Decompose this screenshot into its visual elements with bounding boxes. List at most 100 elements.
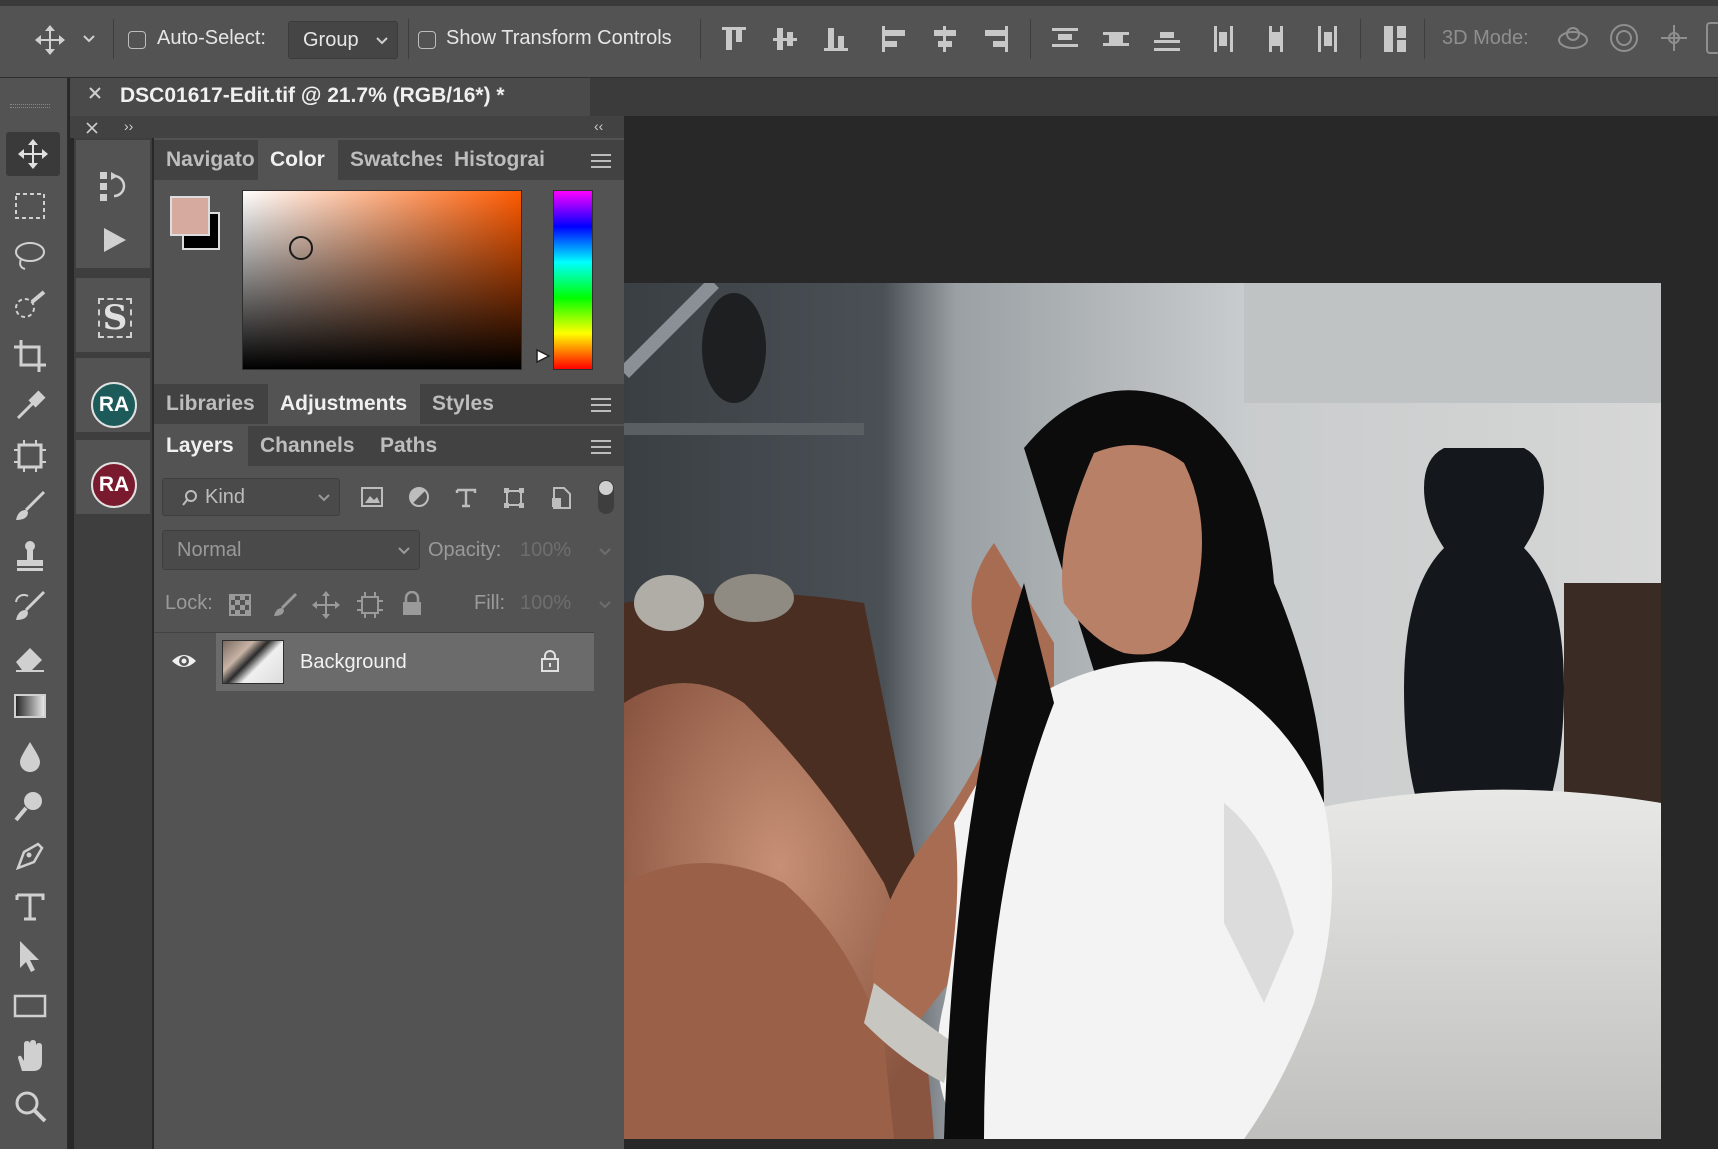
tab-styles[interactable]: Styles [420,384,510,424]
retouch-panel-button-1[interactable]: RA [76,358,150,432]
history-panel-button[interactable] [76,140,150,212]
divider [408,19,409,59]
lasso-icon[interactable] [12,238,48,274]
align-right-icon[interactable] [982,24,1010,54]
align-horizontal-center-icon[interactable] [931,24,959,54]
align-left-icon[interactable] [880,24,908,54]
distribute-horizontal-center-icon[interactable] [1261,24,1291,54]
tool-preset-chevron-down-icon[interactable] [82,34,96,44]
3d-slide-icon[interactable] [1706,22,1718,54]
tab-histogram[interactable]: Histograi [442,140,546,180]
options-bar: Auto-Select: Group Show Transform Contro… [0,0,1718,78]
filter-adjustment-icon[interactable] [408,486,430,508]
tools-panel [0,78,68,1149]
window-top-edge [0,0,1718,6]
document-tab[interactable]: DSC01617-Edit.tif @ 21.7% (RGB/16*) * [70,78,590,116]
document-image[interactable] [624,283,1661,1139]
lock-transparent-pixels-icon[interactable] [229,594,251,616]
stamp-icon[interactable] [12,538,48,574]
tab-swatches[interactable]: Swatches [338,140,442,180]
styles-plugin-button[interactable]: S [76,278,150,352]
rectangle-icon[interactable] [12,988,48,1024]
align-vertical-center-icon[interactable] [771,24,799,54]
auto-select-checkbox[interactable] [128,31,146,49]
transform-controls-checkbox[interactable] [418,31,436,49]
close-panel-group-icon[interactable] [84,120,100,136]
actions-panel-button[interactable] [76,212,150,268]
hand-icon[interactable] [12,1038,48,1074]
3d-pan-icon[interactable] [1658,22,1690,54]
search-icon [182,490,197,506]
collapse-dock-icon[interactable]: ‹‹ [594,118,603,134]
type-icon[interactable] [12,888,48,924]
layer-filter-dropdown[interactable]: Kind [162,478,340,516]
pen-icon[interactable] [12,838,48,874]
foreground-color-swatch[interactable] [170,196,210,236]
blend-mode-dropdown[interactable]: Normal [162,530,420,570]
distribute-top-icon[interactable] [1050,24,1080,54]
color-panel-menu-icon[interactable] [591,150,611,172]
tab-color[interactable]: Color [258,140,338,180]
divider [1030,19,1031,59]
align-top-icon[interactable] [720,24,748,54]
auto-align-icon[interactable] [1382,24,1408,54]
blur-icon[interactable] [12,738,48,774]
distribute-right-icon[interactable] [1312,24,1342,54]
adjustments-panel-menu-icon[interactable] [591,394,611,416]
auto-select-dropdown[interactable]: Group [288,21,398,59]
lock-label: Lock: [165,592,213,614]
quick-select-icon[interactable] [12,288,48,324]
retouch-panel-button-2[interactable]: RA [76,440,150,514]
eye-icon [172,655,196,667]
crop-icon[interactable] [12,338,48,374]
hue-slider-handle-icon[interactable] [535,348,551,364]
gradient-icon[interactable] [12,688,48,724]
lock-position-icon[interactable] [312,591,340,619]
layer-row[interactable]: Background [154,633,594,691]
zoom-icon[interactable] [12,1088,48,1124]
move-tool-icon[interactable] [34,24,66,56]
color-picker-handle[interactable] [289,236,313,260]
distribute-left-icon[interactable] [1210,24,1240,54]
fill-field[interactable]: 100% [516,584,616,622]
distribute-bottom-icon[interactable] [1152,24,1182,54]
tab-paths[interactable]: Paths [368,426,458,466]
filter-pixel-icon[interactable] [360,486,384,508]
opacity-field[interactable]: 100% [516,532,616,570]
tab-adjustments[interactable]: Adjustments [268,384,420,424]
tab-navigator[interactable]: Navigato [154,140,258,180]
distribute-vertical-center-icon[interactable] [1101,24,1131,54]
divider [113,19,114,59]
3d-orbit-icon[interactable] [1555,22,1591,54]
lock-artboard-icon[interactable] [356,592,384,618]
3d-roll-icon[interactable] [1608,22,1640,54]
expand-dock-icon[interactable]: ›› [124,118,133,134]
history-brush-icon[interactable] [12,588,48,624]
marquee-icon[interactable] [12,188,48,224]
lock-image-pixels-icon[interactable] [272,592,298,618]
eraser-icon[interactable] [12,638,48,674]
hue-slider[interactable] [553,190,593,370]
play-icon [104,228,126,252]
close-document-icon[interactable] [86,84,104,102]
tab-channels[interactable]: Channels [248,426,368,466]
frame-icon[interactable] [12,438,48,474]
tab-layers[interactable]: Layers [154,426,248,466]
eyedropper-icon[interactable] [12,388,48,424]
layer-visibility-toggle[interactable] [158,633,208,691]
brush-icon[interactable] [12,488,48,524]
color-field[interactable] [242,190,522,370]
lock-all-icon[interactable] [401,591,423,617]
filter-smart-object-icon[interactable] [550,486,572,510]
align-bottom-icon[interactable] [822,24,850,54]
path-select-icon[interactable] [12,938,48,974]
tab-libraries[interactable]: Libraries [154,384,268,424]
move-tool-selected[interactable] [6,132,60,176]
layers-panel-menu-icon[interactable] [591,436,611,458]
filter-shape-icon[interactable] [502,486,526,510]
dodge-icon[interactable] [12,788,48,824]
filter-type-icon[interactable] [455,486,477,508]
filter-toggle[interactable] [598,480,614,514]
ra-badge-teal: RA [91,382,137,428]
auto-select-label: Auto-Select: [157,27,266,49]
